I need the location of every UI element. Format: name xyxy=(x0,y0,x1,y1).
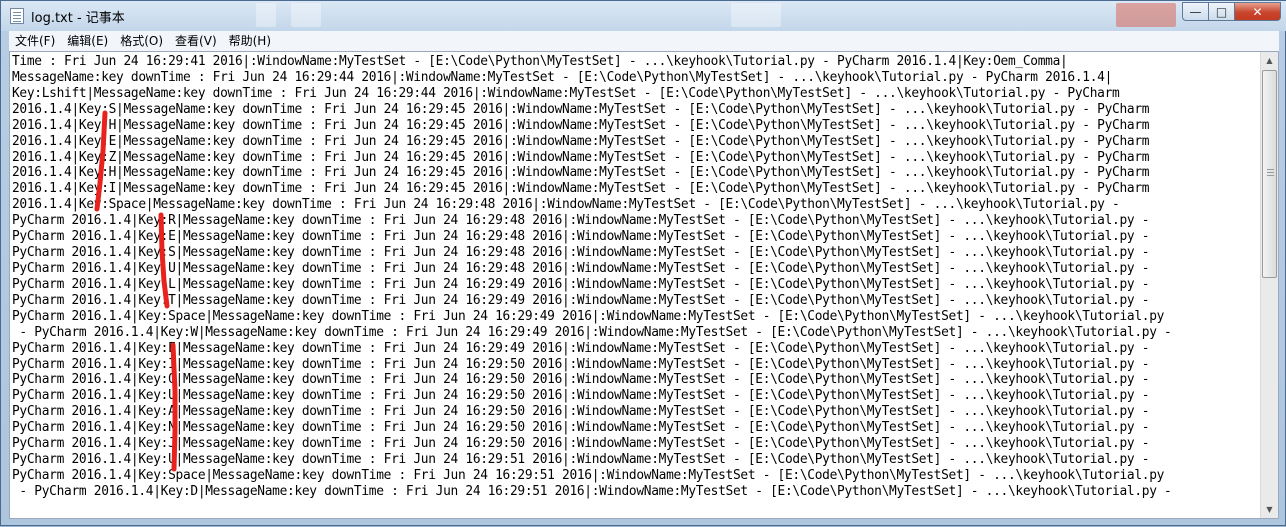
text-line: MessageName:key downTime : Fri Jun 24 16… xyxy=(12,69,1113,85)
text-line: PyCharm 2016.1.4|Key:U|MessageName:key d… xyxy=(12,452,1150,468)
close-button[interactable]: ✕ xyxy=(1235,2,1281,21)
text-line: PyCharm 2016.1.4|Key:I|MessageName:key d… xyxy=(12,356,1150,372)
text-line: PyCharm 2016.1.4|Key:U|MessageName:key d… xyxy=(12,260,1150,276)
text-line: PyCharm 2016.1.4|Key:A|MessageName:key d… xyxy=(12,404,1150,420)
text-content[interactable]: Time : Fri Jun 24 16:29:41 2016|:WindowN… xyxy=(12,54,1260,516)
background-window-blur xyxy=(731,3,781,27)
text-line: 2016.1.4|Key:H|MessageName:key downTime … xyxy=(12,165,1150,181)
text-line: Time : Fri Jun 24 16:29:41 2016|:WindowN… xyxy=(12,54,1068,69)
scroll-up-button[interactable]: ▲ xyxy=(1261,52,1278,69)
up-arrow-icon: ▲ xyxy=(1266,56,1273,65)
text-line: PyCharm 2016.1.4|Key:E|MessageName:key d… xyxy=(12,229,1150,245)
text-line: PyCharm 2016.1.4|Key:N|MessageName:key d… xyxy=(12,420,1150,436)
window-title: log.txt - 记事本 xyxy=(31,11,125,26)
menu-file[interactable]: 文件(F) xyxy=(9,31,61,51)
text-line: Key:Lshift|MessageName:key downTime : Fr… xyxy=(12,85,1120,101)
background-window-blur xyxy=(291,3,321,27)
menu-bar: 文件(F) 编辑(E) 格式(O) 查看(V) 帮助(H) xyxy=(9,31,1279,52)
caption-buttons: — □ ✕ xyxy=(1182,2,1281,22)
maximize-button[interactable]: □ xyxy=(1209,2,1235,21)
notepad-window: log.txt - 记事本 — □ ✕ 文件(F) 编辑(E) 格式(O) 查看… xyxy=(0,0,1286,526)
text-line: 2016.1.4|Key:E|MessageName:key downTime … xyxy=(12,133,1150,149)
text-line: PyCharm 2016.1.4|Key:T|MessageName:key d… xyxy=(12,292,1150,308)
text-line: PyCharm 2016.1.4|Key:Q|MessageName:key d… xyxy=(12,372,1150,388)
menu-view[interactable]: 查看(V) xyxy=(169,31,223,51)
scrollbar-thumb[interactable] xyxy=(1262,70,1277,278)
text-editor[interactable]: Time : Fri Jun 24 16:29:41 2016|:WindowN… xyxy=(9,51,1279,519)
text-line: PyCharm 2016.1.4|Key:Space|MessageName:k… xyxy=(12,467,1165,483)
text-line: PyCharm 2016.1.4|Key:E|MessageName:key d… xyxy=(12,340,1150,356)
text-line: - PyCharm 2016.1.4|Key:D|MessageName:key… xyxy=(12,483,1172,499)
maximize-icon: □ xyxy=(1215,4,1228,19)
text-line: PyCharm 2016.1.4|Key:J|MessageName:key d… xyxy=(12,436,1150,452)
menu-edit[interactable]: 编辑(E) xyxy=(61,31,114,51)
scroll-down-button[interactable]: ▼ xyxy=(1261,501,1278,518)
menu-help[interactable]: 帮助(H) xyxy=(223,31,277,51)
vertical-scrollbar[interactable]: ▲ ▼ xyxy=(1260,52,1278,518)
text-line: 2016.1.4|Key:S|MessageName:key downTime … xyxy=(12,101,1150,117)
text-line: 2016.1.4|Key:Space|MessageName:key downT… xyxy=(12,197,1120,213)
title-bar[interactable]: log.txt - 记事本 — □ ✕ xyxy=(1,1,1286,31)
text-line: 2016.1.4|Key:H|MessageName:key downTime … xyxy=(12,117,1150,133)
text-line: PyCharm 2016.1.4|Key:Space|MessageName:k… xyxy=(12,308,1165,324)
text-line: PyCharm 2016.1.4|Key:R|MessageName:key d… xyxy=(12,213,1150,229)
grip-icon xyxy=(1267,169,1274,177)
notepad-icon xyxy=(10,8,24,24)
text-line: PyCharm 2016.1.4|Key:L|MessageName:key d… xyxy=(12,276,1150,292)
text-line: - PyCharm 2016.1.4|Key:W|MessageName:key… xyxy=(12,324,1172,340)
close-icon: ✕ xyxy=(1252,4,1263,19)
text-line: PyCharm 2016.1.4|Key:S|MessageName:key d… xyxy=(12,245,1150,261)
minimize-button[interactable]: — xyxy=(1182,2,1209,21)
text-line: 2016.1.4|Key:Z|MessageName:key downTime … xyxy=(12,149,1150,165)
minimize-icon: — xyxy=(1189,4,1202,19)
menu-format[interactable]: 格式(O) xyxy=(114,31,169,51)
text-line: PyCharm 2016.1.4|Key:U|MessageName:key d… xyxy=(12,388,1150,404)
background-window-blur xyxy=(256,3,276,27)
background-window-blur xyxy=(1116,3,1176,27)
down-arrow-icon: ▼ xyxy=(1266,505,1273,514)
text-line: 2016.1.4|Key:I|MessageName:key downTime … xyxy=(12,181,1150,197)
